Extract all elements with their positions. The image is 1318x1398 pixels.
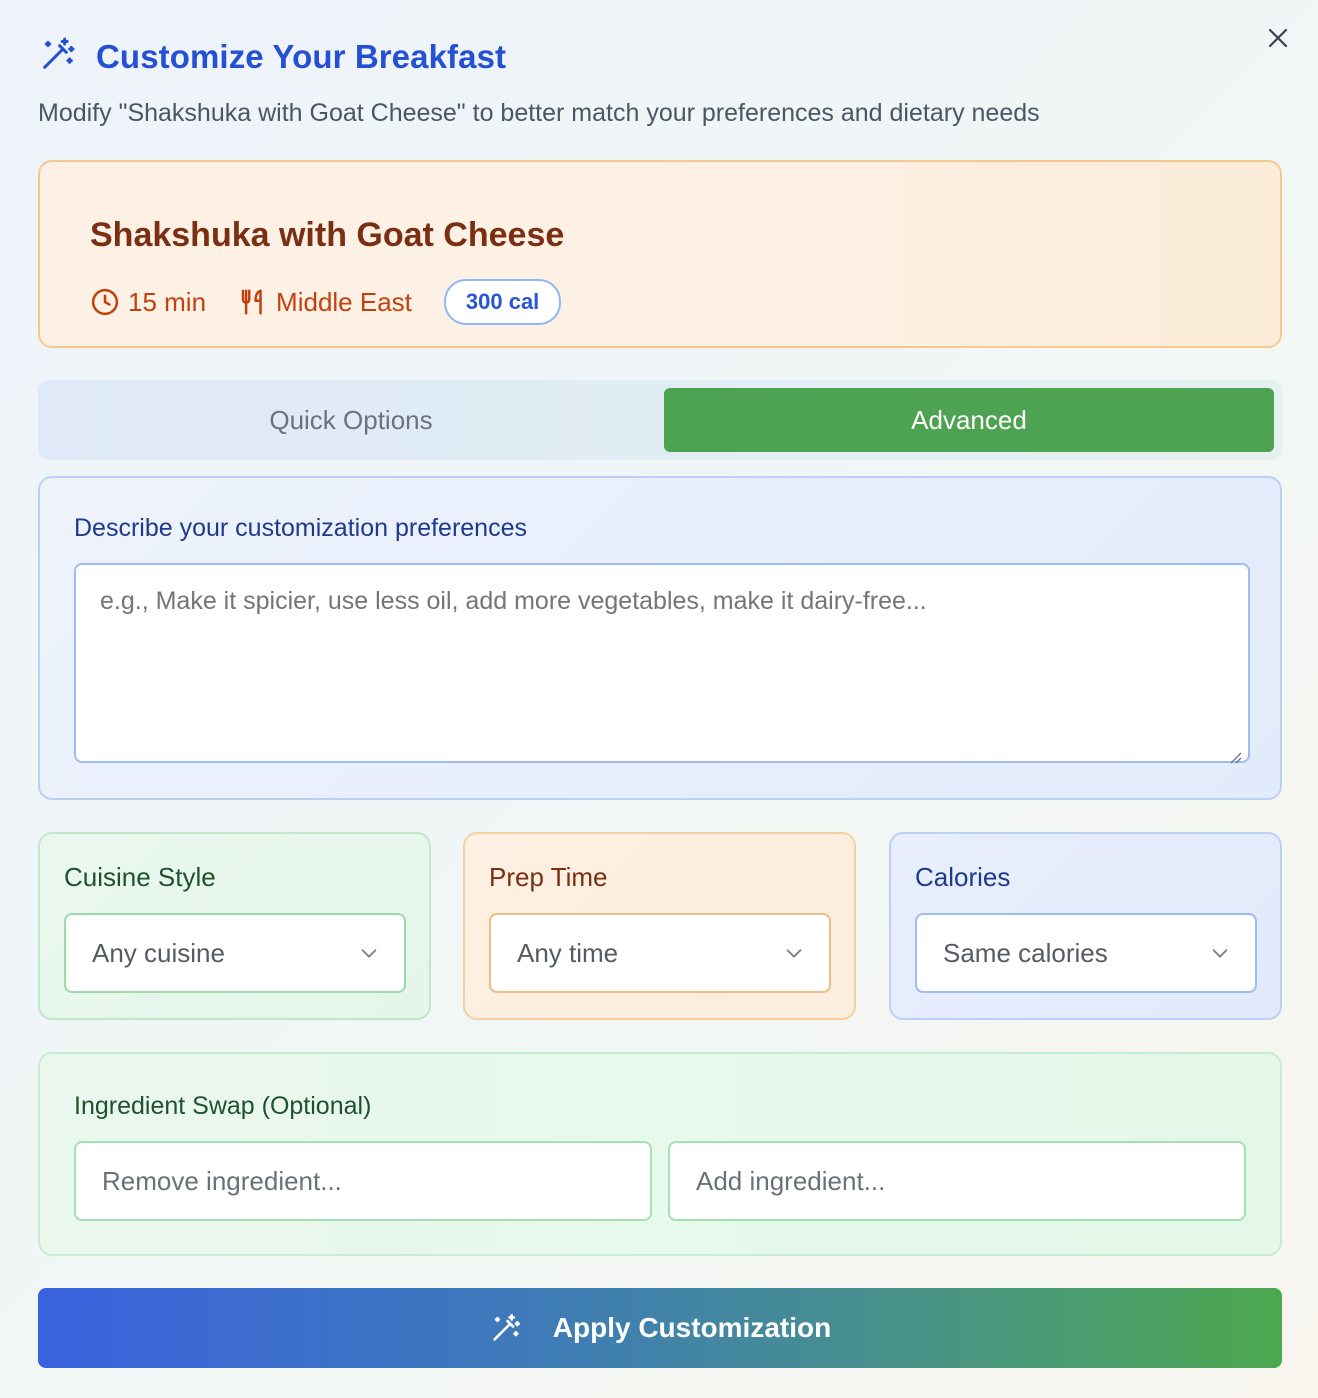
dish-cuisine-label: Middle East [276,286,412,317]
tab-advanced[interactable]: Advanced [664,388,1274,452]
dish-time-label: 15 min [128,286,207,317]
prep-time-select[interactable]: Any time [489,913,831,993]
magic-wand-icon [493,1313,520,1341]
calories-label: Calories [915,862,1011,892]
chevron-down-icon [1212,949,1228,958]
dish-name: Shakshuka with Goat Cheese [90,216,565,254]
prep-time-label: Prep Time [489,862,608,892]
dish-summary-card: Shakshuka with Goat Cheese 15 min Middle… [38,160,1282,348]
cuisine-style-select[interactable]: Any cuisine [64,913,406,993]
clock-icon [91,288,119,316]
prep-time-card: Prep Time Any time [463,832,856,1020]
tab-quick-options[interactable]: Quick Options [46,388,656,452]
dish-meta: 15 min Middle East 300 cal [90,279,1280,325]
describe-preferences-card: Describe your customization preferences [38,476,1282,800]
preferences-textarea[interactable] [74,563,1250,763]
prep-time-value: Any time [517,937,619,968]
cuisine-style-card: Cuisine Style Any cuisine [38,832,431,1020]
dialog-header: Customize Your Breakfast Modify "Shakshu… [38,34,1238,128]
mode-tabs: Quick Options Advanced [38,380,1282,460]
cuisine-style-value: Any cuisine [92,937,225,968]
calories-value: Same calories [943,937,1108,968]
close-button[interactable] [1260,20,1296,56]
resize-handle-icon[interactable] [1228,750,1242,764]
dish-time: 15 min [90,287,206,318]
remove-ingredient-input[interactable]: Remove ingredient... [74,1141,652,1221]
title-row: Customize Your Breakfast [38,34,1238,79]
calories-select[interactable]: Same calories [915,913,1257,993]
ingredient-swap-row: Remove ingredient... Add ingredient... [74,1141,1246,1221]
apply-customization-label: Apply Customization [552,1312,832,1343]
ingredient-swap-label: Ingredient Swap (Optional) [74,1092,372,1120]
apply-customization-button[interactable]: Apply Customization [38,1288,1282,1368]
chevron-down-icon [786,949,802,958]
close-icon [1268,28,1288,48]
chevron-down-icon [361,949,377,958]
calories-card: Calories Same calories [889,832,1282,1020]
calories-badge: 300 cal [443,279,562,325]
describe-label: Describe your customization preferences [74,514,527,542]
add-ingredient-input[interactable]: Add ingredient... [668,1141,1246,1221]
dish-cuisine: Middle East [238,287,412,318]
cuisine-style-label: Cuisine Style [64,862,216,892]
dialog-title: Customize Your Breakfast [96,37,507,75]
utensils-icon [241,289,262,315]
dialog-subtitle: Modify "Shakshuka with Goat Cheese" to b… [38,99,1040,127]
magic-wand-icon [38,34,78,79]
ingredient-swap-card: Ingredient Swap (Optional) Remove ingred… [38,1052,1282,1256]
